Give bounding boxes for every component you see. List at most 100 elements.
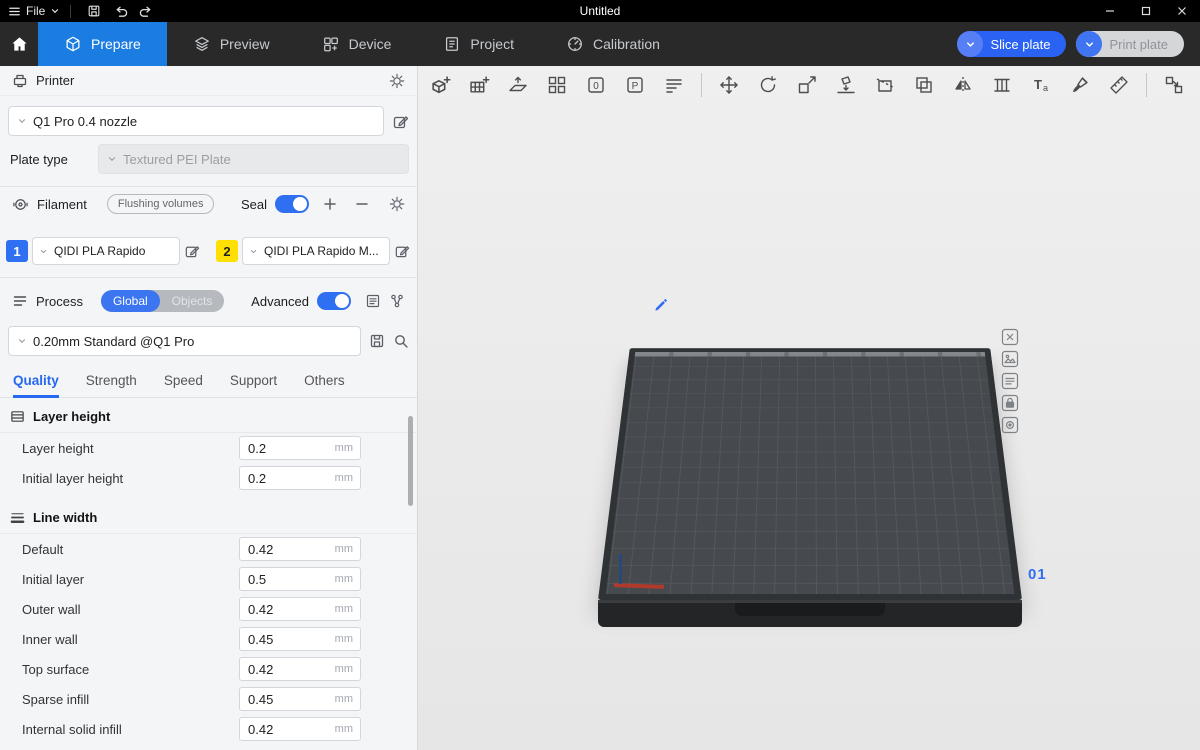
build-scene[interactable]: 01 bbox=[418, 104, 1200, 750]
tab-preview[interactable]: Preview bbox=[167, 22, 296, 66]
filament-settings-button[interactable] bbox=[389, 196, 405, 212]
cut-button[interactable] bbox=[873, 73, 897, 97]
printer-preset-dropdown[interactable]: Q1 Pro 0.4 nozzle bbox=[8, 106, 384, 136]
add-filament-button[interactable] bbox=[323, 197, 337, 211]
redo-button[interactable] bbox=[133, 0, 159, 22]
rotate-button[interactable] bbox=[756, 73, 780, 97]
tab-calibration[interactable]: Calibration bbox=[540, 22, 686, 66]
tab-support[interactable]: Support bbox=[230, 366, 277, 397]
tab-strength[interactable]: Strength bbox=[86, 366, 137, 397]
file-menu[interactable]: File bbox=[8, 4, 60, 18]
part-label-button[interactable]: P bbox=[623, 73, 647, 97]
assembly-view-button[interactable] bbox=[1162, 73, 1186, 97]
param-label: Default bbox=[22, 542, 63, 557]
tab-quality[interactable]: Quality bbox=[13, 366, 59, 397]
layer-height-input[interactable]: 0.2 mm bbox=[239, 436, 361, 460]
build-plate[interactable] bbox=[598, 348, 1022, 600]
line-width-sparse-infill-input[interactable]: 0.45 mm bbox=[239, 687, 361, 711]
filament-slot-2-badge[interactable]: 2 bbox=[216, 240, 238, 262]
variable-layer-button[interactable] bbox=[662, 73, 686, 97]
sidebar-scrollbar[interactable] bbox=[408, 416, 413, 506]
support-button[interactable] bbox=[990, 73, 1014, 97]
tab-project[interactable]: Project bbox=[417, 22, 540, 66]
initial-layer-height-input[interactable]: 0.2 mm bbox=[239, 466, 361, 490]
add-plate-button[interactable] bbox=[467, 73, 491, 97]
process-section-title: Process bbox=[36, 294, 83, 309]
line-width-initial-layer-input[interactable]: 0.5 mm bbox=[239, 567, 361, 591]
plate-name-icon[interactable] bbox=[1001, 372, 1019, 390]
tab-prepare[interactable]: Prepare bbox=[38, 22, 167, 66]
svg-text:T: T bbox=[1034, 77, 1042, 92]
seal-toggle[interactable] bbox=[275, 195, 309, 213]
scope-objects-option[interactable]: Objects bbox=[160, 290, 225, 312]
plate-type-dropdown[interactable]: Textured PEI Plate bbox=[98, 144, 409, 174]
lay-flat-button[interactable] bbox=[834, 73, 858, 97]
move-button[interactable] bbox=[717, 73, 741, 97]
tab-others[interactable]: Others bbox=[304, 366, 345, 397]
param-label: Layer height bbox=[22, 441, 94, 456]
text-tool-button[interactable]: Ta bbox=[1029, 73, 1053, 97]
maximize-button[interactable] bbox=[1128, 0, 1164, 22]
plate-handle-notch bbox=[735, 603, 885, 616]
param-unit: mm bbox=[335, 472, 353, 484]
tab-speed[interactable]: Speed bbox=[164, 366, 203, 397]
scope-global-option[interactable]: Global bbox=[101, 290, 160, 312]
param-unit: mm bbox=[335, 603, 353, 615]
slice-plate-button[interactable]: Slice plate bbox=[957, 31, 1066, 57]
calibration-icon bbox=[566, 35, 584, 53]
paint-button[interactable] bbox=[1068, 73, 1092, 97]
plate-name-pencil-icon[interactable] bbox=[654, 299, 667, 312]
scale-button[interactable] bbox=[795, 73, 819, 97]
line-width-inner-wall-input[interactable]: 0.45 mm bbox=[239, 627, 361, 651]
auto-orient-button[interactable] bbox=[506, 73, 530, 97]
process-preset-dropdown[interactable]: 0.20mm Standard @Q1 Pro bbox=[8, 326, 361, 356]
printer-settings-button[interactable] bbox=[389, 73, 405, 89]
print-plate-button[interactable]: Print plate bbox=[1076, 31, 1184, 57]
line-width-outer-wall-input[interactable]: 0.42 mm bbox=[239, 597, 361, 621]
remove-filament-button[interactable] bbox=[355, 197, 369, 211]
support-icon bbox=[992, 75, 1012, 95]
clone-button[interactable] bbox=[912, 73, 936, 97]
slice-options-chevron-icon[interactable] bbox=[957, 31, 983, 57]
filament-slot-2-dropdown[interactable]: QIDI PLA Rapido M... bbox=[242, 237, 390, 265]
lock-plate-icon[interactable] bbox=[1001, 394, 1019, 412]
line-width-default-input[interactable]: 0.42 mm bbox=[239, 537, 361, 561]
tab-device[interactable]: Device bbox=[296, 22, 418, 66]
process-scope-switch[interactable]: Global Objects bbox=[101, 290, 224, 312]
close-button[interactable] bbox=[1164, 0, 1200, 22]
3d-viewport[interactable]: 0 P bbox=[418, 66, 1200, 750]
edit-printer-preset-button[interactable] bbox=[392, 113, 409, 130]
edit-icon bbox=[394, 243, 410, 259]
preset-list-button[interactable] bbox=[365, 293, 381, 309]
plate-action-icons bbox=[1001, 328, 1019, 434]
home-button[interactable] bbox=[0, 22, 38, 66]
swap-plate-icon[interactable] bbox=[1001, 350, 1019, 368]
close-plate-icon[interactable] bbox=[1001, 328, 1019, 346]
plate-number-label[interactable]: 01 bbox=[1028, 566, 1047, 583]
advanced-label: Advanced bbox=[251, 294, 309, 309]
filament-slot-1-value: QIDI PLA Rapido bbox=[54, 244, 145, 258]
chevron-down-icon bbox=[50, 6, 60, 16]
undo-button[interactable] bbox=[107, 0, 133, 22]
print-options-chevron-icon[interactable] bbox=[1076, 31, 1102, 57]
save-button[interactable] bbox=[81, 0, 107, 22]
line-width-internal-solid-infill-input[interactable]: 0.42 mm bbox=[239, 717, 361, 741]
add-object-button[interactable] bbox=[428, 73, 452, 97]
flushing-volumes-button[interactable]: Flushing volumes bbox=[107, 194, 215, 214]
filament-slot-1-badge[interactable]: 1 bbox=[6, 240, 28, 262]
measure-button[interactable] bbox=[1107, 73, 1131, 97]
plate-settings-icon[interactable] bbox=[1001, 416, 1019, 434]
search-settings-button[interactable] bbox=[393, 333, 409, 349]
mirror-button[interactable] bbox=[951, 73, 975, 97]
compare-presets-button[interactable] bbox=[389, 293, 405, 309]
line-width-top-surface-input[interactable]: 0.42 mm bbox=[239, 657, 361, 681]
edit-filament-2-button[interactable] bbox=[394, 243, 410, 259]
save-preset-button[interactable] bbox=[369, 333, 385, 349]
filament-slot-1-dropdown[interactable]: QIDI PLA Rapido bbox=[32, 237, 180, 265]
object-label-button[interactable]: 0 bbox=[584, 73, 608, 97]
arrange-button[interactable] bbox=[545, 73, 569, 97]
edit-filament-1-button[interactable] bbox=[184, 243, 200, 259]
advanced-toggle[interactable] bbox=[317, 292, 351, 310]
plus-icon bbox=[323, 197, 337, 211]
minimize-button[interactable] bbox=[1092, 0, 1128, 22]
